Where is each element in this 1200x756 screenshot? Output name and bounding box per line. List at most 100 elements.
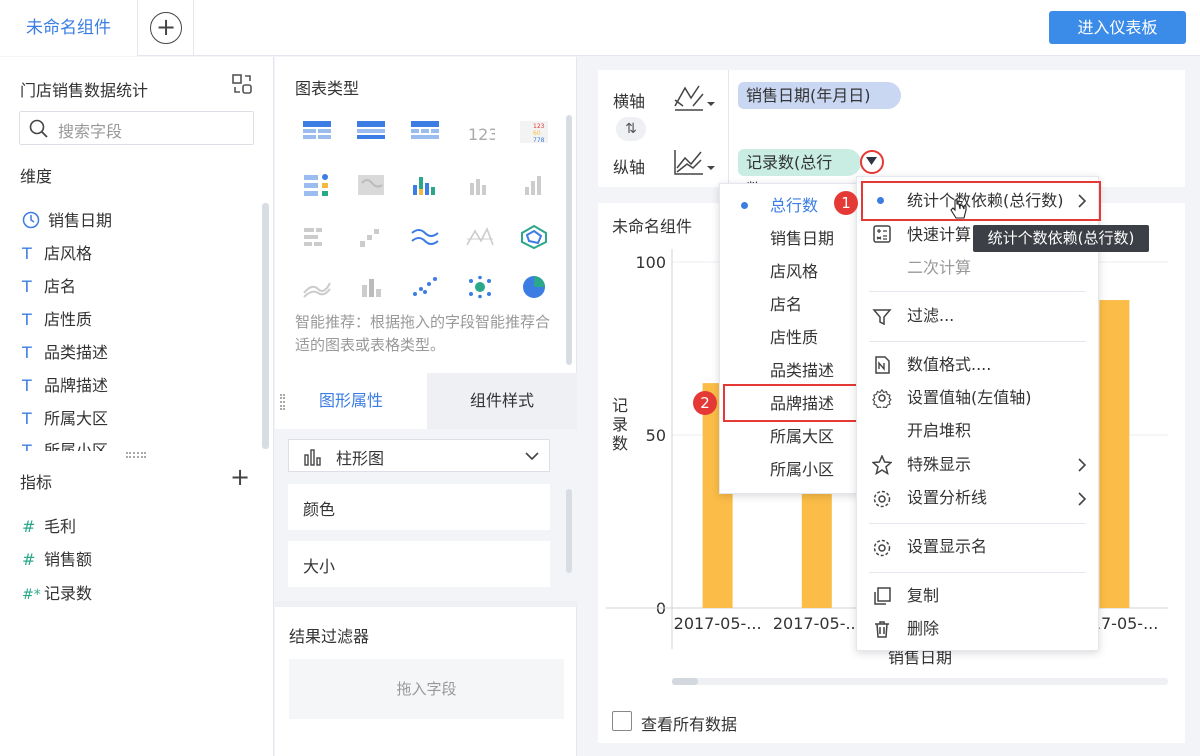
menu-item-store-style[interactable]: 店风格 (770, 257, 818, 287)
radar-line-icon[interactable] (465, 225, 495, 249)
selected-dot-icon (741, 202, 748, 209)
filter-drop-zone[interactable]: 拖入字段 (289, 659, 564, 719)
table-icon[interactable] (302, 120, 332, 144)
menu-item-store-name[interactable]: 店名 (770, 290, 802, 320)
tab-component-style[interactable]: 组件样式 (427, 373, 577, 429)
y-field-dropdown-button[interactable] (860, 150, 884, 174)
menu-item-store-nature[interactable]: 店性质 (770, 323, 818, 353)
metric-item-record-count[interactable]: #* 记录数 (22, 580, 92, 606)
search-icon (29, 119, 48, 138)
metric-item-gross-profit[interactable]: # 毛利 (22, 513, 76, 539)
y-tick-label: 50 (646, 426, 666, 445)
dimensions-heading: 维度 (20, 167, 53, 186)
menu-quick-calc[interactable]: 快速计算 (907, 220, 971, 250)
y-axis-label: 纵轴 (613, 158, 646, 177)
resize-handle[interactable] (126, 452, 146, 458)
text-type-icon: T (22, 277, 32, 296)
swap-axis-icon[interactable]: ⇅ (616, 117, 646, 141)
dimension-item-brand[interactable]: T 品牌描述 (22, 372, 108, 398)
x-axis-field-pill[interactable]: 销售日期(年月日) (738, 82, 901, 109)
dimension-item-subregion[interactable]: T 所属小区 (22, 437, 108, 451)
calculator-icon (873, 225, 891, 243)
menu-analysis-line[interactable]: 设置分析线 (907, 483, 987, 513)
bar-icon[interactable] (519, 173, 549, 197)
y-tick-label: 100 (635, 253, 666, 272)
filter-icon (872, 309, 892, 326)
enter-dashboard-button[interactable]: 进入仪表板 (1049, 11, 1186, 44)
dimension-item-store-nature[interactable]: T 店性质 (22, 306, 92, 332)
menu-copy[interactable]: 复制 (907, 581, 939, 611)
switch-dataset-icon[interactable] (231, 73, 253, 95)
kpi-icon[interactable]: 12360778 (519, 120, 549, 144)
map-icon[interactable] (356, 173, 386, 197)
gear-icon (873, 490, 891, 508)
hover-tooltip: 统计个数依赖(总行数) (973, 225, 1149, 252)
menu-item-total-rows[interactable]: 总行数 (770, 191, 818, 221)
hand-cursor-icon (950, 199, 967, 219)
x-axis-label: 横轴 (613, 92, 646, 111)
menu-secondary-calc: 二次计算 (907, 258, 972, 277)
search-field-input[interactable]: 搜索字段 (19, 111, 254, 145)
show-all-data-checkbox[interactable] (612, 711, 632, 731)
detail-table-icon[interactable] (410, 120, 440, 144)
horizontal-bar-icon[interactable] (302, 225, 332, 249)
stacked-bar-icon[interactable] (410, 173, 440, 197)
dimension-item-store-style[interactable]: T 店风格 (22, 240, 92, 266)
show-all-data-label: 查看所有数据 (641, 715, 738, 734)
dimension-scrollbar[interactable] (262, 203, 269, 449)
menu-enable-stack[interactable]: 开启堆积 (907, 416, 971, 446)
props-scrollbar[interactable] (566, 489, 572, 573)
menu-item-region[interactable]: 所属大区 (770, 422, 834, 452)
gear-icon (873, 539, 891, 557)
clock-icon (22, 211, 40, 229)
menu-item-category[interactable]: 品类描述 (770, 356, 834, 386)
menu-display-name[interactable]: 设置显示名 (907, 532, 987, 562)
chart-type-value: 柱形图 (336, 449, 385, 468)
svg-text:123: 123 (533, 123, 545, 130)
highlight-brand-item (723, 384, 861, 422)
number-card-icon[interactable]: 123 (465, 120, 495, 144)
text-type-icon: T (22, 441, 32, 451)
dimension-item-region[interactable]: T 所属大区 (22, 405, 108, 431)
line-chart-icon[interactable] (410, 225, 440, 249)
highlight-count-dependency (861, 181, 1101, 221)
color-property[interactable]: 颜色 (288, 484, 550, 530)
y-axis-field-pill[interactable]: 记录数(总行数) (738, 149, 861, 199)
menu-filter[interactable]: 过滤... (907, 301, 954, 331)
tab-unnamed-component[interactable]: 未命名组件 (0, 0, 138, 56)
dimension-item-sales-date[interactable]: 销售日期 (22, 207, 112, 233)
dimension-item-category[interactable]: T 品类描述 (22, 339, 108, 365)
add-metric-icon[interactable]: + (230, 463, 250, 491)
caret-down-icon (866, 157, 877, 165)
menu-value-axis[interactable]: 设置值轴(左值轴) (907, 383, 1032, 413)
cross-table-icon[interactable] (356, 120, 386, 144)
tab-graphic-properties[interactable]: 图形属性 (275, 373, 427, 429)
size-property[interactable]: 大小 (288, 541, 550, 587)
metrics-heading: 指标 (20, 473, 53, 492)
scatter-icon[interactable] (410, 275, 440, 299)
menu-special-display[interactable]: 特殊显示 (907, 450, 971, 480)
waterfall-icon[interactable] (356, 225, 386, 249)
x-axis-type-icon[interactable] (673, 84, 719, 112)
drag-handle-icon[interactable] (280, 394, 285, 410)
grouped-bar-icon[interactable] (465, 173, 495, 197)
copy-icon (874, 587, 891, 605)
area-chart-icon[interactable] (302, 275, 332, 299)
pie-chart-icon[interactable] (519, 275, 549, 299)
menu-item-subregion[interactable]: 所属小区 (770, 455, 834, 485)
chart-type-select[interactable]: 柱形图 (288, 439, 550, 472)
legend-list-icon[interactable] (302, 173, 332, 197)
bubble-icon[interactable] (465, 275, 495, 299)
box-plot-icon[interactable] (356, 275, 386, 299)
menu-delete[interactable]: 删除 (907, 614, 939, 644)
menu-item-sales-date[interactable]: 销售日期 (770, 224, 834, 254)
menu-number-format[interactable]: 数值格式.... (907, 350, 991, 380)
divider (275, 601, 577, 607)
add-tab-button[interactable]: + (138, 0, 194, 56)
metric-item-sales[interactable]: # 销售额 (22, 546, 92, 572)
chart-scrollbar[interactable] (672, 678, 698, 685)
dimension-item-store-name[interactable]: T 店名 (22, 273, 76, 299)
chart-type-scrollbar[interactable] (566, 115, 572, 365)
y-axis-type-icon[interactable] (673, 148, 719, 176)
radar-icon[interactable] (519, 225, 549, 249)
